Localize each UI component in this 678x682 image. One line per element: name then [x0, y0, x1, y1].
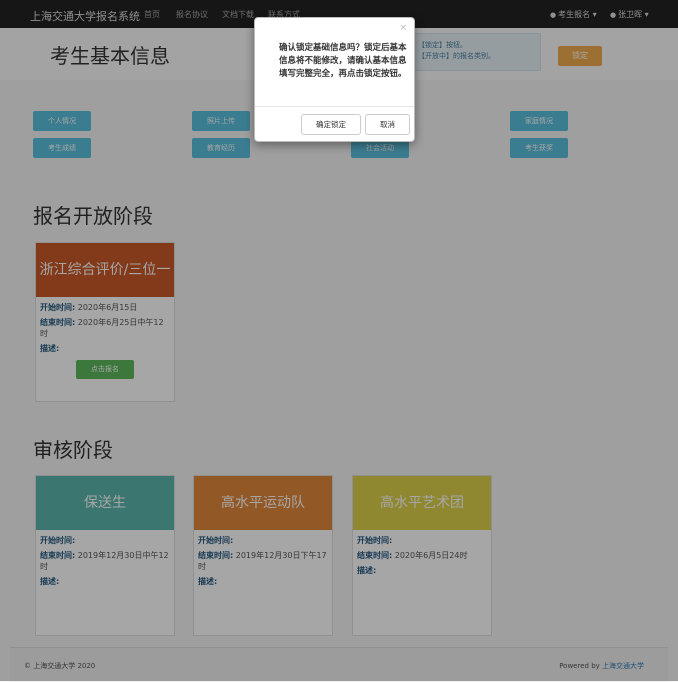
confirm-lock-button[interactable]: 确定锁定 [301, 114, 361, 135]
close-icon[interactable]: × [399, 23, 407, 33]
modal-message: 确认锁定基础信息吗？锁定后基本信息将不能修改，请确认基本信息填写完整完全，再点击… [279, 43, 407, 79]
cancel-button[interactable]: 取消 [365, 114, 410, 135]
modal-footer-divider [255, 106, 414, 107]
confirm-lock-modal: × 确认锁定基础信息吗？锁定后基本信息将不能修改，请确认基本信息填写完整完全，再… [254, 17, 415, 142]
